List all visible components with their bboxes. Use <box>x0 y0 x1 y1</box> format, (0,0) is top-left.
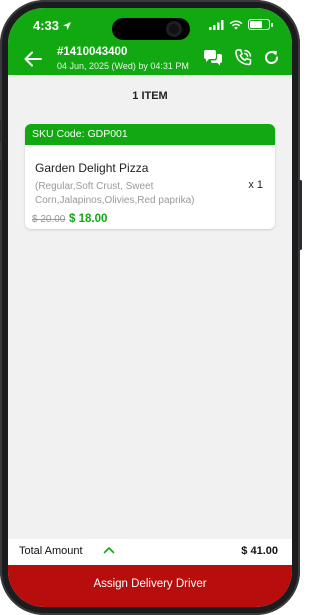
battery-icon <box>248 19 273 30</box>
side-button-left-1 <box>0 120 1 142</box>
total-amount-value: $ 41.00 <box>241 545 278 557</box>
item-quantity: x 1 <box>248 179 263 191</box>
chat-icon[interactable] <box>202 49 224 67</box>
side-button-right <box>299 180 302 250</box>
app-bar-actions <box>202 48 280 67</box>
header: 4:33 #1410043400 04 Jun, 2025 (Wed) by 0… <box>8 8 292 75</box>
assign-delivery-driver-button[interactable]: Assign Delivery Driver <box>8 565 292 607</box>
time-text: 4:33 <box>33 18 60 33</box>
side-button-left-2 <box>0 160 1 200</box>
total-amount-bar[interactable]: Total Amount $ 41.00 <box>8 539 292 565</box>
location-arrow-icon <box>63 21 72 30</box>
item-name: Garden Delight Pizza <box>35 161 149 175</box>
chevron-up-icon[interactable] <box>103 546 115 554</box>
phone-frame: 4:33 #1410043400 04 Jun, 2025 (Wed) by 0… <box>0 0 302 615</box>
item-price: $ 18.00 <box>69 213 108 225</box>
app-bar: #1410043400 04 Jun, 2025 (Wed) by 04:31 … <box>8 42 292 75</box>
status-indicators <box>209 19 273 30</box>
refresh-icon[interactable] <box>263 49 280 66</box>
wifi-icon <box>229 19 243 29</box>
signal-icon <box>209 19 224 30</box>
order-number: #1410043400 <box>57 46 128 58</box>
order-date: 04 Jun, 2025 (Wed) by 04:31 PM <box>57 61 189 71</box>
status-time: 4:33 <box>33 18 72 33</box>
total-amount-label: Total Amount <box>19 545 83 557</box>
items-count: 1 ITEM <box>132 90 168 102</box>
phone-call-icon[interactable] <box>234 48 253 67</box>
item-options: (Regular,Soft Crust, Sweet Corn,Jalapino… <box>35 181 195 206</box>
sku-code: SKU Code: GDP001 <box>25 124 275 145</box>
item-original-price: $ 20.00 <box>32 214 66 225</box>
screen: 4:33 #1410043400 04 Jun, 2025 (Wed) by 0… <box>8 8 292 607</box>
order-item-card: SKU Code: GDP001 Garden Delight Pizza (R… <box>25 124 275 229</box>
status-bar: 4:33 <box>8 8 292 42</box>
back-arrow-icon[interactable] <box>22 49 44 69</box>
front-camera <box>166 21 182 37</box>
